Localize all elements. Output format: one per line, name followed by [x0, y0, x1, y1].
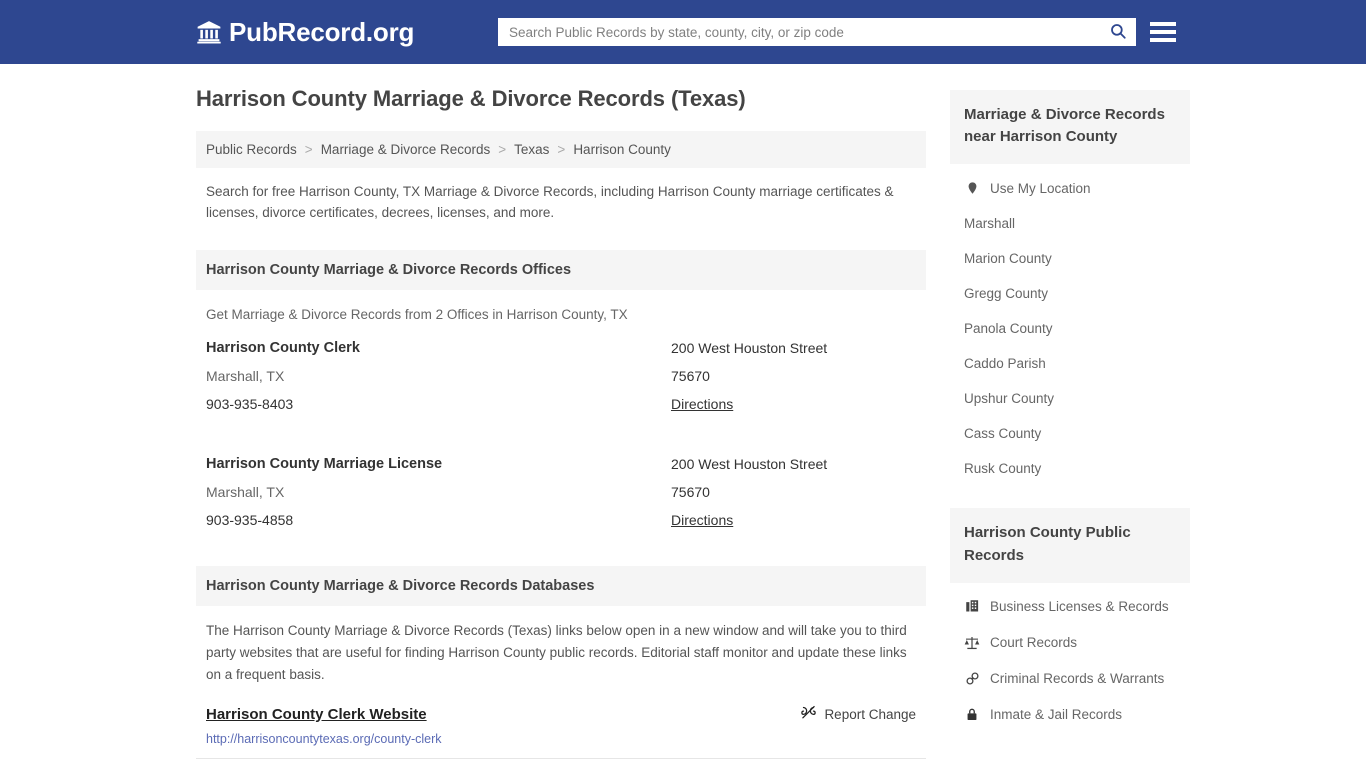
sidebar-item-label: Cass County [964, 426, 1042, 442]
office-name: Harrison County Clerk [206, 339, 360, 356]
sidebar-item-label: Gregg County [964, 286, 1049, 302]
sidebar-item-label: Use My Location [990, 180, 1091, 196]
breadcrumb-item-texas[interactable]: Texas [514, 142, 549, 157]
sidebar-item-caddo-parish[interactable]: Caddo Parish [950, 346, 1190, 381]
sidebar-item-rusk-county[interactable]: Rusk County [950, 451, 1190, 486]
sidebar-item-label: Upshur County [964, 391, 1055, 407]
sidebar-item-inmate-jail-records[interactable]: Inmate & Jail Records [950, 697, 1190, 733]
sidebar-item-label: Marshall [964, 216, 1016, 232]
sidebar-item-label: Criminal Records & Warrants [990, 671, 1165, 687]
sidebar-item-use-my-location[interactable]: Use My Location [950, 170, 1190, 206]
hamburger-menu-icon [1150, 30, 1176, 34]
sidebar-item-label: Court Records [990, 635, 1078, 651]
office-row: Harrison County Clerk Marshall, TX 903-9… [196, 322, 926, 424]
sidebar-item-marion-county[interactable]: Marion County [950, 241, 1190, 276]
sidebar-item-upshur-county[interactable]: Upshur County [950, 381, 1190, 416]
office-street: 200 West Houston Street [671, 339, 828, 356]
office-details-right: 200 West Houston Street 75670 Directions [671, 456, 916, 540]
sidebar-item-label: Panola County [964, 321, 1053, 337]
office-directions-link[interactable]: Directions [671, 396, 733, 412]
sidebar-item-cass-county[interactable]: Cass County [950, 416, 1190, 451]
database-link-title[interactable]: Harrison County Clerk Website [206, 706, 427, 723]
report-change-label: Report Change [824, 706, 916, 722]
sidebar-item-label: Rusk County [964, 461, 1042, 477]
breadcrumb-separator: > [498, 142, 507, 157]
breadcrumb-separator: > [557, 142, 566, 157]
breadcrumb: Public Records > Marriage & Divorce Reco… [196, 131, 926, 168]
broken-link-icon [801, 705, 817, 723]
office-phone[interactable]: 903-935-8403 [206, 396, 671, 412]
sidebar-public-records-list: Business Licenses & Records Court Record… [950, 589, 1190, 733]
hamburger-menu-icon [1150, 38, 1176, 42]
bank-building-icon [196, 19, 222, 45]
sidebar-item-label: Inmate & Jail Records [990, 707, 1123, 723]
sidebar-item-label: Marion County [964, 251, 1052, 267]
office-details-left: Harrison County Clerk Marshall, TX 903-9… [206, 340, 671, 424]
sidebar-item-label: Caddo Parish [964, 356, 1046, 372]
breadcrumb-item-harrison-county[interactable]: Harrison County [573, 142, 671, 157]
scales-icon [964, 635, 980, 651]
search-bar [498, 18, 1136, 46]
site-logo-text: PubRecord.org [229, 16, 415, 47]
page-intro-text: Search for free Harrison County, TX Marr… [206, 184, 894, 220]
search-input[interactable] [499, 19, 1101, 45]
site-header: PubRecord.org [0, 0, 1366, 64]
sidebar-nearby-list: Use My Location Marshall Marion County G… [950, 170, 1190, 486]
office-phone[interactable]: 903-935-4858 [206, 512, 671, 528]
lock-icon [964, 707, 980, 723]
office-name: Harrison County Marriage License [206, 455, 443, 472]
main-content: Harrison County Marriage & Divorce Recor… [196, 86, 926, 768]
hamburger-menu-button[interactable] [1149, 18, 1177, 46]
sidebar-public-records-heading: Harrison County Public Records [950, 508, 1190, 583]
building-icon [964, 599, 980, 615]
office-details-right: 200 West Houston Street 75670 Directions [671, 340, 916, 424]
sidebar: Marriage & Divorce Records near Harrison… [950, 86, 1190, 768]
sidebar-item-business-licenses-records[interactable]: Business Licenses & Records [950, 589, 1190, 625]
database-link-row: Harrison County Clerk Website (Texas) Re… [196, 759, 926, 768]
databases-section-intro: The Harrison County Marriage & Divorce R… [206, 622, 907, 682]
office-city-state: Marshall, TX [206, 483, 285, 500]
breadcrumb-separator: > [304, 142, 313, 157]
office-city-state: Marshall, TX [206, 367, 285, 384]
offices-section-subheading: Get Marriage & Divorce Records from 2 Of… [206, 306, 628, 322]
database-link-row: Harrison County Clerk Website Report Cha… [196, 685, 926, 760]
sidebar-item-label: Business Licenses & Records [990, 599, 1169, 615]
sidebar-item-panola-county[interactable]: Panola County [950, 311, 1190, 346]
breadcrumb-item-marriage-divorce-records[interactable]: Marriage & Divorce Records [321, 142, 491, 157]
hamburger-menu-icon [1150, 22, 1176, 26]
map-pin-icon [964, 180, 980, 196]
office-zip: 75670 [671, 483, 710, 500]
search-button[interactable] [1101, 19, 1135, 45]
sidebar-nearby-heading: Marriage & Divorce Records near Harrison… [950, 90, 1190, 165]
page-title: Harrison County Marriage & Divorce Recor… [196, 86, 746, 111]
office-zip: 75670 [671, 367, 710, 384]
search-icon [1109, 22, 1127, 43]
handcuffs-icon [964, 671, 980, 687]
office-street: 200 West Houston Street [671, 455, 828, 472]
office-details-left: Harrison County Marriage License Marshal… [206, 456, 671, 540]
site-logo[interactable]: PubRecord.org [196, 17, 414, 48]
office-row: Harrison County Marriage License Marshal… [196, 424, 926, 540]
offices-section-heading: Harrison County Marriage & Divorce Recor… [196, 249, 926, 290]
sidebar-item-marshall[interactable]: Marshall [950, 206, 1190, 241]
report-change-button[interactable]: Report Change [801, 705, 916, 723]
sidebar-item-court-records[interactable]: Court Records [950, 625, 1190, 661]
databases-section-heading: Harrison County Marriage & Divorce Recor… [196, 565, 926, 606]
sidebar-item-gregg-county[interactable]: Gregg County [950, 276, 1190, 311]
breadcrumb-item-public-records[interactable]: Public Records [206, 142, 297, 157]
sidebar-item-criminal-records-warrants[interactable]: Criminal Records & Warrants [950, 661, 1190, 697]
office-directions-link[interactable]: Directions [671, 512, 733, 528]
page-container: Harrison County Marriage & Divorce Recor… [0, 64, 1366, 768]
database-link-url[interactable]: http://harrisoncountytexas.org/county-cl… [206, 732, 916, 746]
database-link-row-top: Harrison County Clerk Website Report Cha… [206, 705, 916, 723]
